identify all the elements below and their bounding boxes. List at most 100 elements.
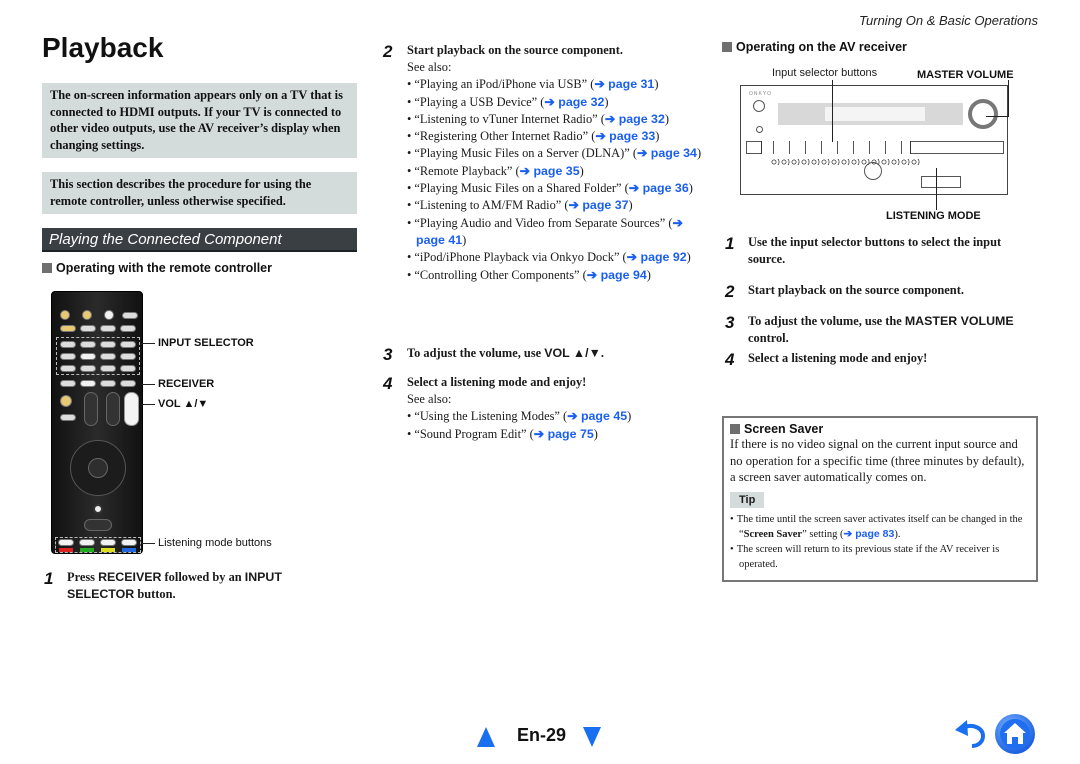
input-button-icon [120,353,136,360]
step-number: 2 [725,282,735,301]
back-button[interactable] [953,718,987,755]
callout-line [141,404,155,405]
step-number: 2 [383,42,393,61]
page-link[interactable]: ➔ page 75 [534,427,594,441]
source-power-button-icon [82,310,92,320]
tip-item: The time until the screen saver activate… [730,512,1030,542]
square-bullet-icon [722,42,732,52]
home-button[interactable] [994,713,1036,760]
page-link[interactable]: ➔ page 92 [627,250,687,264]
see-also-item: “Sound Program Edit” (➔ page 75) [407,426,707,443]
step-number: 1 [44,569,54,588]
blue-button-icon [122,548,136,552]
input-selector-buttons [761,141,911,154]
listening-mode-button-icon [58,539,74,546]
input-selector-label: INPUT SELECTOR [158,337,254,349]
page-link[interactable]: ➔ page 37 [569,198,629,212]
remote-controller-image [51,291,143,554]
page-link[interactable]: ➔ page 34 [637,146,697,160]
step-4-text: Select a listening mode and enjoy! [407,375,587,389]
step-number: 3 [383,345,393,364]
listening-mode-button-icon [79,539,95,546]
screen-saver-body: If there is no video signal on the curre… [730,437,1025,484]
page-link[interactable]: ➔ page 32 [544,95,604,109]
see-also-item: “Playing Audio and Video from Separate S… [407,215,707,250]
tv-mode-button-icon [80,380,96,387]
see-also-item: “Listening to vTuner Internet Radio” (➔ … [407,111,707,128]
callout-line [1008,80,1009,116]
receiver-step-4-text: Select a listening mode and enjoy! [748,351,928,365]
front-jacks [921,176,961,188]
my-tv-button-icon [100,325,116,332]
triangle-up-icon [477,727,495,747]
input-button-icon [120,341,136,348]
green-button-icon [80,548,94,552]
enter-button-icon [88,458,108,478]
input-button-icon [80,365,96,372]
input-button-icon [100,365,116,372]
front-buttons-row [771,159,921,165]
display-button-icon [122,312,138,319]
step-number: 3 [725,313,735,332]
zone-button-icon [104,310,114,320]
see-also-item: “Playing Music Files on a Shared Folder”… [407,180,707,197]
see-also-list: “Using the Listening Modes” (➔ page 45)“… [407,408,707,443]
tv-power-button-icon [60,395,72,407]
screen-saver-heading: Screen Saver [730,422,1030,436]
remote-subheading-text: Operating with the remote controller [56,261,272,275]
hdmi-notice: The on-screen information appears only o… [42,83,357,158]
receiver-step-2-text: Start playback on the source component. [748,283,964,297]
listening-mode-label: LISTENING MODE [886,210,981,222]
my-music-button-icon [120,325,136,332]
input-button-icon [60,365,76,372]
page-link[interactable]: ➔ page 83 [844,528,895,540]
page-link[interactable]: ➔ page 33 [595,129,655,143]
power-knob-icon [753,100,765,112]
screen-saver-box: Screen Saver If there is no video signal… [722,416,1038,582]
back-arrow-icon [955,720,986,748]
receiver-step-3-text: To adjust the volume, use the MASTER VOL… [748,314,1014,345]
page-link[interactable]: ➔ page 45 [567,409,627,423]
knob-icon [756,126,763,133]
page-title: Playback [42,32,164,63]
input-button-icon [100,341,116,348]
listening-mode-button-icon [121,539,137,546]
av-receiver-image: ONKYO [740,85,1008,195]
square-bullet-icon [42,263,52,273]
page-link[interactable]: ➔ page 94 [587,268,647,282]
page-link[interactable]: ➔ page 36 [629,181,689,195]
callout-line [141,343,155,344]
page-number: En-29 [517,725,567,745]
page-link[interactable]: ➔ page 35 [520,164,580,178]
see-also-item: “Using the Listening Modes” (➔ page 45) [407,408,707,425]
triangle-down-icon [583,727,601,747]
square-bullet-icon [730,424,740,434]
see-also-list: “Playing an iPod/iPhone via USB” (➔ page… [407,76,707,284]
step-number: 4 [383,374,393,393]
see-also-item: “Registering Other Internet Radio” (➔ pa… [407,128,707,145]
step-number: 1 [725,234,735,253]
section-title: Turning On & Basic Operations [859,13,1038,28]
tip-label: Tip [730,491,765,508]
receiver-step-1-text: Use the input selector buttons to select… [748,235,1002,266]
receiver-power-button-icon [60,310,70,320]
step-1-text: Press RECEIVER followed by an INPUT SELE… [67,570,282,601]
input-selector-buttons-label: Input selector buttons [772,67,878,79]
remote-notice: This section describes the procedure for… [42,172,357,214]
home-button-icon [93,504,103,514]
brand-logo: ONKYO [749,91,773,97]
vol-label: VOL ▲/▼ [158,398,209,410]
tv-vol-rocker-icon [84,392,98,426]
prev-page-button[interactable] [477,727,495,752]
see-also-label: See also: [407,60,452,74]
callout-line [986,116,1009,117]
tip-list: The time until the screen saver activate… [730,512,1030,572]
play-button-icon [84,519,112,531]
step-4-block: Select a listening mode and enjoy! See a… [407,374,707,443]
page-link[interactable]: ➔ page 32 [605,112,665,126]
input-button-icon [60,341,76,348]
receiver-subheading: Operating on the AV receiver [722,40,907,54]
next-page-button[interactable] [583,727,601,752]
page-link[interactable]: ➔ page 31 [594,77,654,91]
step-2-block: Start playback on the source component. … [407,42,707,284]
